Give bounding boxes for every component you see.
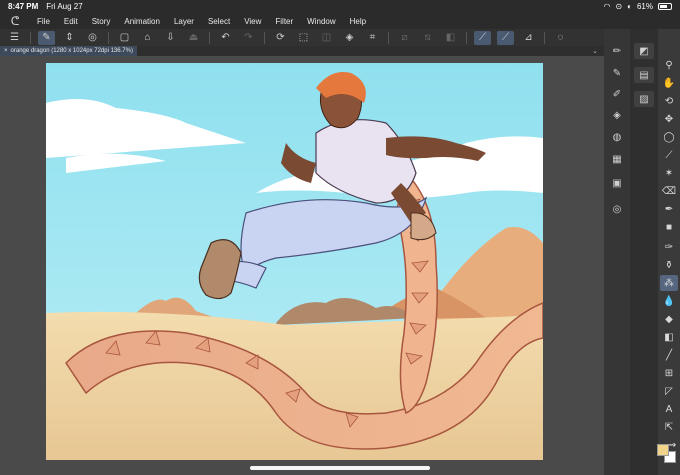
smart-smoothing-icon[interactable]: ◌ [552, 31, 569, 45]
menu-layer[interactable]: Layer [167, 17, 201, 26]
transform-icon[interactable]: ⟳ [272, 31, 289, 45]
fill-tool-icon[interactable]: ◆ [660, 311, 678, 327]
location-icon: ⊙ [615, 2, 623, 11]
mask-icon[interactable]: ◧ [442, 31, 459, 45]
sub-tool-panel-bar: ✏ ✎ ✐ ◈ ◍ ▦ ▣ ◎ [604, 29, 630, 475]
brush-tool-icon[interactable]: ✑ [660, 239, 678, 255]
toolbar-divider [108, 31, 109, 44]
artwork-illustration [46, 63, 543, 460]
home-indicator[interactable] [250, 466, 430, 470]
color-set-icon[interactable]: ▦ [608, 151, 626, 167]
menu-filter[interactable]: Filter [268, 17, 300, 26]
blend-tool-icon[interactable]: 💧 [660, 293, 678, 309]
frame-tool-icon[interactable]: ⊞ [660, 365, 678, 381]
status-date: Fri Aug 27 [46, 2, 83, 11]
tool-palette: ⚲ ✋ ⟲ ✥ ◯ ⟋ ✶ ⌫ ✒ ■ ✑ ⚱ ⁂ 💧 ◆ ◧ ╱ ⊞ ◸ A … [658, 29, 680, 475]
menu-animation[interactable]: Animation [117, 17, 167, 26]
pencil-subtool-icon[interactable]: ✎ [608, 65, 626, 81]
brush-subtool-icon[interactable]: ✐ [608, 86, 626, 102]
ios-status-bar: 8:47 PM Fri Aug 27 ◠ ⊙ ◐ 61% [0, 0, 680, 13]
document-tab-row: × orange dragon (1280 x 1024px 72dpi 136… [0, 46, 604, 56]
operation-tool-icon[interactable]: ⇱ [660, 419, 678, 435]
document-tab-label: orange dragon (1280 x 1024px 72dpi 136.7… [10, 48, 133, 54]
menu-window[interactable]: Window [300, 17, 342, 26]
ruler-tool-icon[interactable]: ◸ [660, 383, 678, 399]
menu-file[interactable]: File [30, 17, 57, 26]
close-tab-icon[interactable]: × [4, 48, 8, 54]
new-file-icon[interactable]: ▢ [116, 31, 133, 45]
fill-icon[interactable]: ◈ [341, 31, 358, 45]
canvas-area[interactable] [0, 56, 604, 475]
status-time: 8:47 PM [8, 2, 39, 11]
main-color-swatch[interactable] [657, 444, 669, 456]
pen-subtool-icon[interactable]: ✏ [608, 43, 626, 59]
app-logo-icon[interactable]: ᕦ [0, 14, 30, 28]
battery-percent: 61% [636, 2, 653, 11]
rotate-tool-icon[interactable]: ⟲ [660, 93, 678, 109]
artwork-canvas[interactable] [46, 63, 543, 460]
toolbar-divider [30, 31, 31, 44]
magic-wand-tool-icon[interactable]: ✶ [660, 165, 678, 181]
snap-special-ruler-icon[interactable]: ⟋ [497, 30, 514, 45]
chevron-down-icon[interactable]: ⌄ [592, 47, 604, 55]
document-tab[interactable]: × orange dragon (1280 x 1024px 72dpi 136… [0, 46, 137, 56]
battery-icon [658, 3, 672, 10]
chevron-updown-icon[interactable]: ⇕ [61, 31, 78, 45]
menu-edit[interactable]: Edit [57, 17, 85, 26]
move-tool-icon[interactable]: ✥ [660, 111, 678, 127]
redo-icon[interactable]: ↷ [240, 31, 257, 45]
invert-selection-icon[interactable]: ◫ [318, 31, 335, 45]
color-wheel-icon[interactable]: ◍ [608, 129, 626, 145]
toolbar-divider [544, 31, 545, 44]
navigator-icon[interactable]: ▣ [608, 175, 626, 191]
gradient-tool-icon[interactable]: ◧ [660, 329, 678, 345]
line-tool-icon[interactable]: ╱ [660, 347, 678, 363]
eyedropper-tool-icon[interactable]: ⟋ [660, 147, 678, 163]
toolbar-divider [209, 31, 210, 44]
zoom-tool-icon[interactable]: ⚲ [660, 57, 678, 73]
open-folder-icon[interactable]: ⌂ [139, 31, 156, 45]
clear-outside-icon[interactable]: ⧅ [419, 31, 436, 45]
crop-icon[interactable]: ⌗ [364, 31, 381, 45]
toolbar-divider [466, 31, 467, 44]
lock-rotation-icon: ◐ [627, 2, 632, 11]
hamburger-menu-icon[interactable]: ☰ [6, 31, 23, 45]
eraser-tool-icon[interactable]: ⌫ [660, 183, 678, 199]
preview-icon[interactable]: ◎ [84, 31, 101, 45]
toolbar-divider [388, 31, 389, 44]
clear-icon[interactable]: ⧄ [396, 31, 413, 45]
layers-icon[interactable]: ◈ [608, 107, 626, 123]
menu-view[interactable]: View [237, 17, 268, 26]
material-panel-icon[interactable]: ▨ [634, 91, 654, 107]
texture-tool-icon[interactable]: ⁂ [660, 275, 678, 291]
save-icon[interactable]: ⇩ [162, 31, 179, 45]
command-bar: ☰ ✎ ⇕ ◎ ▢ ⌂ ⇩ ⏏ ↶ ↷ ⟳ ⬚ ◫ ◈ ⌗ ⧄ ⧅ ◧ ⟋ ⟋ … [0, 29, 604, 46]
undo-icon[interactable]: ↶ [217, 31, 234, 45]
export-icon[interactable]: ⏏ [185, 31, 202, 45]
snap-ruler-icon[interactable]: ⟋ [474, 30, 491, 45]
edit-mode-icon[interactable]: ✎ [38, 30, 55, 45]
hand-tool-icon[interactable]: ✋ [660, 75, 678, 91]
lasso-tool-icon[interactable]: ◯ [660, 129, 678, 145]
layer-panel-icon[interactable]: ▤ [634, 67, 654, 83]
layer-property-icon[interactable]: ◩ [634, 43, 654, 59]
menu-bar: ᕦ File Edit Story Animation Layer Select… [0, 13, 680, 29]
snap-grid-icon[interactable]: ⊿ [520, 31, 537, 45]
airbrush-tool-icon[interactable]: ⚱ [660, 257, 678, 273]
menu-select[interactable]: Select [201, 17, 237, 26]
search-icon[interactable]: ◎ [608, 201, 626, 217]
menu-help[interactable]: Help [343, 17, 373, 26]
deselect-icon[interactable]: ⬚ [295, 31, 312, 45]
pen-tool-icon[interactable]: ✒ [660, 201, 678, 217]
menu-story[interactable]: Story [85, 17, 118, 26]
text-tool-icon[interactable]: A [660, 401, 678, 417]
wifi-icon: ◠ [603, 2, 611, 11]
palette-dock: ◩ ▤ ▨ [630, 29, 658, 475]
toolbar-divider [264, 31, 265, 44]
yellow-swatch-icon[interactable]: ■ [660, 219, 678, 235]
